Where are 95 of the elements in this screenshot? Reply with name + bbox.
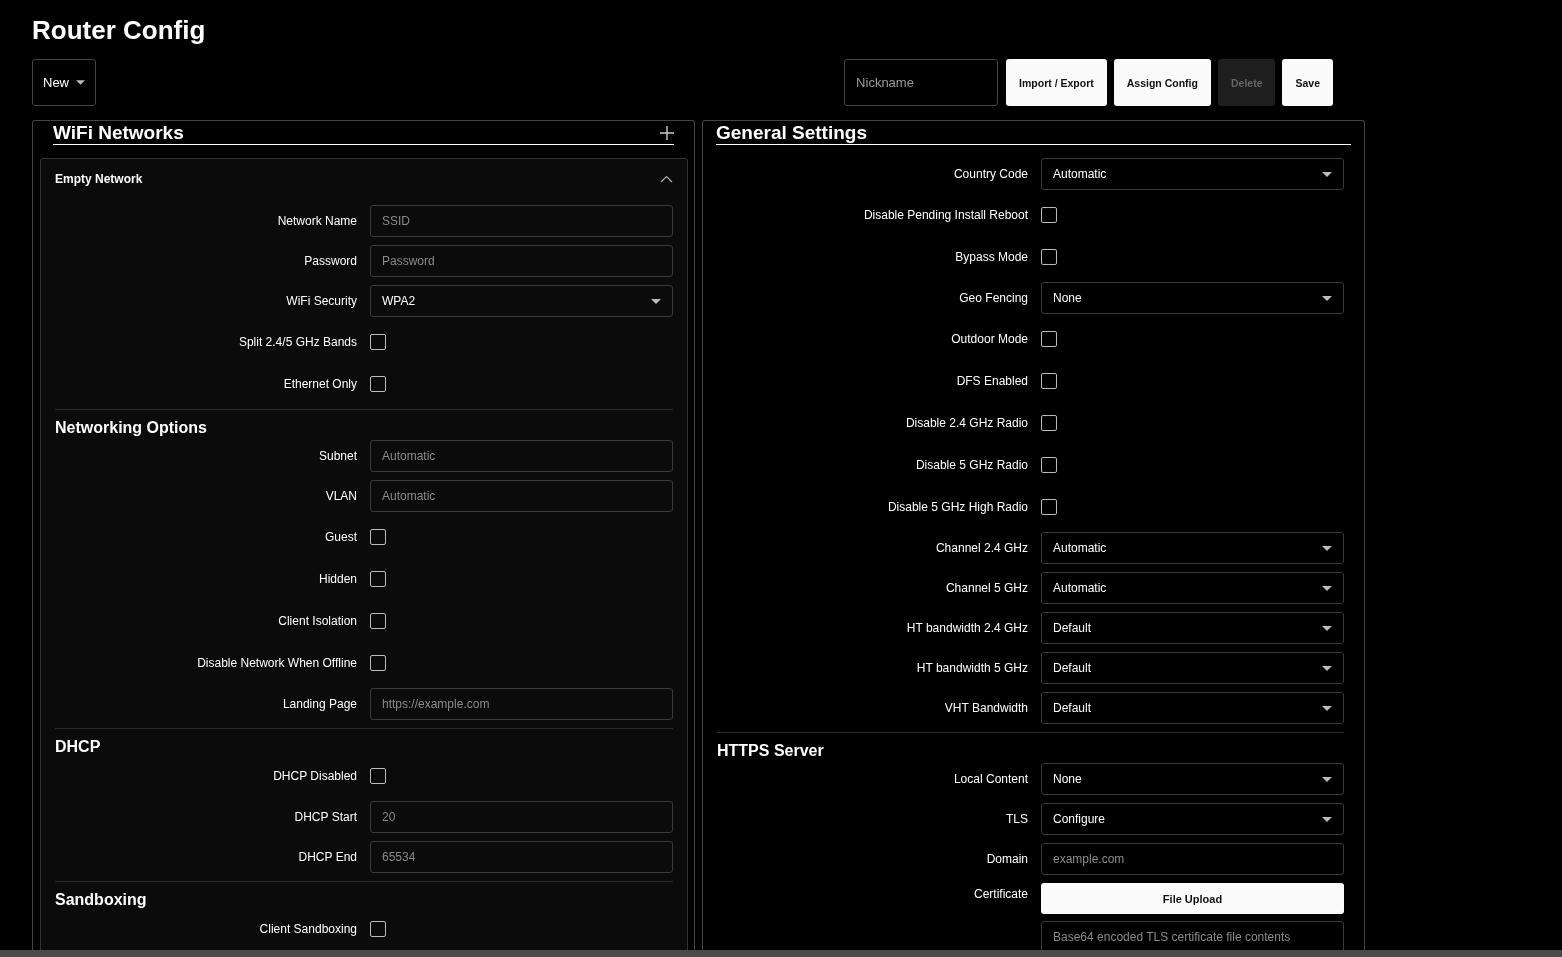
checkbox[interactable] xyxy=(370,334,386,350)
field-label: Disable 2.4 GHz Radio xyxy=(905,416,1028,430)
panel-title: General Settings xyxy=(716,122,867,144)
dropdown[interactable]: Default xyxy=(1041,652,1344,684)
field-label: WiFi Security xyxy=(286,294,357,308)
dropdown[interactable]: Default xyxy=(1041,692,1344,724)
caret-icon xyxy=(1322,816,1332,822)
field-label: DHCP End xyxy=(298,850,357,864)
field-label: Geo Fencing xyxy=(959,291,1028,305)
field-label: Client Sandboxing xyxy=(259,922,357,936)
input-field[interactable]: Automatic xyxy=(370,480,673,512)
dropdown[interactable]: Automatic xyxy=(1041,158,1344,190)
input-field[interactable]: Automatic xyxy=(370,440,673,472)
dropdown[interactable]: None xyxy=(1041,282,1344,314)
field-label: HT bandwidth 2.4 GHz xyxy=(906,621,1028,635)
dropdown[interactable]: Default xyxy=(1041,612,1344,644)
input-field[interactable]: Password xyxy=(370,245,673,277)
field-label: Hidden xyxy=(318,572,357,586)
horizontal-scrollbar[interactable] xyxy=(0,950,1562,957)
checkbox[interactable] xyxy=(370,655,386,671)
field-label: Network Name xyxy=(277,214,357,228)
field-label: VHT Bandwidth xyxy=(944,701,1028,715)
field-label: Local Content xyxy=(953,772,1028,786)
field-label: Disable 5 GHz High Radio xyxy=(887,500,1028,514)
field-label: Outdoor Mode xyxy=(951,332,1028,346)
field-label: Disable Network When Offline xyxy=(197,656,357,670)
checkbox[interactable] xyxy=(1041,457,1057,473)
checkbox[interactable] xyxy=(370,571,386,587)
toolbar-button[interactable]: Assign Config xyxy=(1113,59,1211,106)
dropdown[interactable]: Automatic xyxy=(1041,572,1344,604)
caret-icon xyxy=(651,298,661,304)
input-field[interactable]: example.com xyxy=(1041,843,1344,875)
caret-icon xyxy=(1322,545,1332,551)
caret-icon xyxy=(1322,705,1332,711)
caret-icon xyxy=(76,80,85,85)
field-label: DHCP Disabled xyxy=(273,769,357,783)
dropdown[interactable]: Configure xyxy=(1041,803,1344,835)
checkbox[interactable] xyxy=(1041,331,1057,347)
caret-icon xyxy=(1322,171,1332,177)
field-label: Country Code xyxy=(953,167,1028,181)
dropdown[interactable]: None xyxy=(1041,763,1344,795)
section-heading: HTTPS Server xyxy=(717,741,824,761)
checkbox[interactable] xyxy=(1041,207,1057,223)
field-label: VLAN xyxy=(325,489,357,503)
dropdown[interactable]: Automatic xyxy=(1041,532,1344,564)
chevron-icon[interactable] xyxy=(660,175,673,183)
field-label: DFS Enabled xyxy=(956,374,1028,388)
caret-icon xyxy=(1322,625,1332,631)
input-field[interactable]: 20 xyxy=(370,801,673,833)
page-title: Router Config xyxy=(32,14,207,46)
field-label: Landing Page xyxy=(282,697,357,711)
section-heading: Networking Options xyxy=(55,418,207,438)
checkbox[interactable] xyxy=(1041,499,1057,515)
field-label: Split 2.4/5 GHz Bands xyxy=(238,335,357,349)
checkbox[interactable] xyxy=(370,529,386,545)
field-label: Certificate xyxy=(973,887,1028,901)
section-heading: Sandboxing xyxy=(55,890,147,910)
toolbar-button[interactable]: Save xyxy=(1282,59,1333,106)
caret-icon xyxy=(1322,295,1332,301)
checkbox[interactable] xyxy=(370,613,386,629)
caret-icon xyxy=(1322,776,1332,782)
checkbox[interactable] xyxy=(370,768,386,784)
field-label: Client Isolation xyxy=(278,614,357,628)
add-icon[interactable] xyxy=(660,126,674,140)
input-field[interactable]: https://example.com xyxy=(370,688,673,720)
checkbox[interactable] xyxy=(1041,415,1057,431)
field-label: Channel 2.4 GHz xyxy=(935,541,1028,555)
field-label: DHCP Start xyxy=(294,810,357,824)
checkbox[interactable] xyxy=(370,376,386,392)
checkbox[interactable] xyxy=(1041,249,1057,265)
panel-title: WiFi Networks xyxy=(53,122,184,144)
field-label: Subnet xyxy=(318,449,357,463)
nickname-field[interactable]: Nickname xyxy=(844,59,999,106)
caret-icon xyxy=(1322,665,1332,671)
field-label: HT bandwidth 5 GHz xyxy=(916,661,1028,675)
section-heading: DHCP xyxy=(55,737,101,757)
field-label: Disable 5 GHz Radio xyxy=(915,458,1028,472)
field-label: Disable Pending Install Reboot xyxy=(863,208,1028,222)
dropdown[interactable]: WPA2 xyxy=(370,285,673,317)
input-field[interactable]: SSID xyxy=(370,205,673,237)
input-field[interactable]: 65534 xyxy=(370,841,673,873)
field-label: TLS xyxy=(1006,812,1028,826)
new-dropdown-button[interactable]: New xyxy=(32,59,96,106)
field-label: Guest xyxy=(325,530,357,544)
checkbox[interactable] xyxy=(370,921,386,937)
checkbox[interactable] xyxy=(1041,373,1057,389)
field-label: Channel 5 GHz xyxy=(945,581,1028,595)
toolbar-button[interactable]: Import / Export xyxy=(1006,59,1107,106)
caret-icon xyxy=(1322,585,1332,591)
field-label: Password xyxy=(304,254,357,268)
network-title: Empty Network xyxy=(55,172,143,186)
field-label: Bypass Mode xyxy=(955,250,1028,264)
field-label: Ethernet Only xyxy=(283,377,357,391)
file-upload-button[interactable]: File Upload xyxy=(1041,883,1344,914)
field-label: Domain xyxy=(986,852,1028,866)
